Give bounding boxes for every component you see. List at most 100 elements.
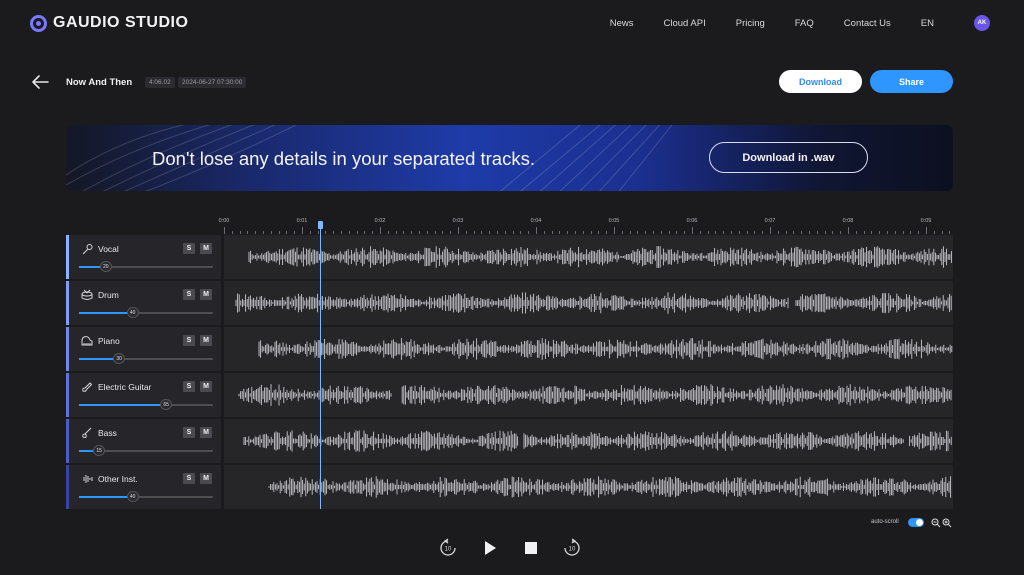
volume-slider[interactable]: 65 [79, 399, 213, 410]
ruler-tick [395, 231, 397, 234]
waveform [235, 292, 952, 314]
ruler-tick [239, 231, 241, 234]
volume-slider[interactable]: 30 [79, 353, 213, 364]
ruler-tick [247, 231, 249, 234]
volume-slider[interactable]: 15 [79, 445, 213, 456]
mute-button[interactable]: M [200, 243, 212, 254]
solo-button[interactable]: S [183, 473, 195, 484]
volume-slider[interactable]: 40 [79, 491, 213, 502]
brand-logo[interactable]: GAUDIO STUDIO [30, 14, 188, 32]
playhead[interactable] [320, 224, 321, 509]
logo-icon [30, 14, 47, 32]
nav-link-contact[interactable]: Contact Us [844, 18, 891, 29]
solo-button[interactable]: S [183, 335, 195, 346]
volume-slider[interactable]: 40 [79, 307, 213, 318]
brand-name: GAUDIO STUDIO [53, 14, 189, 31]
ruler-tick [559, 231, 561, 234]
track-accent [66, 327, 69, 371]
banner-headline: Don't lose any details in your separated… [152, 148, 535, 169]
track-controls: Bass S M 15 [66, 419, 221, 463]
ruler-tick [442, 231, 444, 234]
mute-button[interactable]: M [200, 335, 212, 346]
track-lane[interactable] [224, 327, 953, 371]
volume-knob[interactable]: 30 [113, 353, 126, 364]
solo-button[interactable]: S [183, 427, 195, 438]
nav-link-pricing[interactable]: Pricing [736, 18, 765, 29]
top-nav: GAUDIO STUDIO News Cloud API Pricing FAQ… [0, 0, 1024, 48]
timeline-ruler[interactable]: 0:00 0:01 0:02 0:03 0:04 0:05 0:06 0:07 0:08 0:09 [219, 214, 953, 234]
mute-button[interactable]: M [200, 289, 212, 300]
ruler-tick [840, 231, 842, 234]
share-button[interactable]: Share [870, 70, 953, 93]
volume-knob[interactable]: 15 [93, 445, 106, 456]
ruler-label: 0:07 [764, 218, 776, 224]
ruler-tick [832, 231, 834, 234]
nav-link-faq[interactable]: FAQ [795, 18, 814, 29]
song-title: Now And Then [66, 77, 133, 88]
ruler-tick [731, 231, 732, 234]
autoscroll-label: auto-scroll [871, 519, 899, 525]
track-name: Vocal [98, 244, 119, 254]
mute-button[interactable]: M [200, 427, 212, 438]
ruler-tick [918, 231, 920, 234]
ruler-tick [465, 231, 467, 234]
waveform [248, 246, 952, 268]
ruler-tick [887, 231, 888, 234]
volume-knob[interactable]: 65 [160, 399, 173, 410]
bass-guitar-icon [82, 427, 92, 438]
track-lane[interactable] [224, 465, 953, 509]
track-lane[interactable] [224, 373, 953, 417]
playhead-handle[interactable] [318, 221, 323, 229]
nav-link-cloud-api[interactable]: Cloud API [663, 18, 705, 29]
solo-button[interactable]: S [183, 289, 195, 300]
ruler-tick [333, 231, 335, 234]
volume-slider[interactable]: 20 [79, 261, 213, 272]
ruler-tick [309, 231, 311, 234]
waveform [258, 338, 953, 360]
download-button[interactable]: Download [779, 70, 862, 93]
ruler-tick [341, 231, 342, 234]
rewind-10-icon[interactable]: 10 [438, 538, 458, 558]
zoom-in-icon[interactable] [942, 518, 952, 528]
ruler-tick [528, 231, 530, 234]
mute-button[interactable]: M [200, 473, 212, 484]
ruler-tick [450, 231, 452, 234]
track-lane[interactable] [224, 281, 953, 325]
microphone-icon [82, 244, 93, 255]
solo-button[interactable]: S [183, 381, 195, 392]
language-selector[interactable]: EN [921, 18, 934, 29]
volume-fill [79, 496, 133, 498]
ruler-tick [824, 231, 826, 234]
ruler-tick [286, 231, 288, 234]
play-icon[interactable] [480, 538, 500, 558]
ruler-tick [458, 227, 459, 234]
ruler-tick [926, 227, 927, 234]
ruler-tick [231, 231, 233, 234]
zoom-out-icon[interactable] [931, 518, 941, 528]
ruler-tick [473, 231, 475, 234]
ruler-tick [621, 231, 623, 234]
track-lane[interactable] [224, 419, 953, 463]
avatar[interactable]: AK [974, 15, 990, 31]
volume-knob[interactable]: 40 [126, 307, 139, 318]
nav-link-news[interactable]: News [610, 18, 634, 29]
ruler-tick [676, 231, 678, 234]
volume-knob[interactable]: 20 [99, 261, 112, 272]
ruler-tick [606, 231, 608, 234]
forward-10-icon[interactable]: 10 [562, 538, 582, 558]
solo-button[interactable]: S [183, 243, 195, 254]
ruler-tick [848, 227, 849, 234]
track-lane[interactable] [224, 235, 953, 279]
back-arrow-icon[interactable] [31, 74, 49, 90]
ruler-label: 0:00 [218, 218, 230, 224]
waveform-icon [83, 475, 93, 483]
autoscroll-toggle[interactable] [908, 518, 924, 527]
mute-button[interactable]: M [200, 381, 212, 392]
ruler-tick [380, 227, 381, 234]
ruler-tick [754, 231, 756, 234]
ruler-tick [637, 231, 639, 234]
volume-knob[interactable]: 40 [126, 491, 139, 502]
ruler-tick [699, 231, 701, 234]
download-wav-button[interactable]: Download in .wav [709, 142, 868, 173]
stop-icon[interactable] [521, 538, 541, 558]
